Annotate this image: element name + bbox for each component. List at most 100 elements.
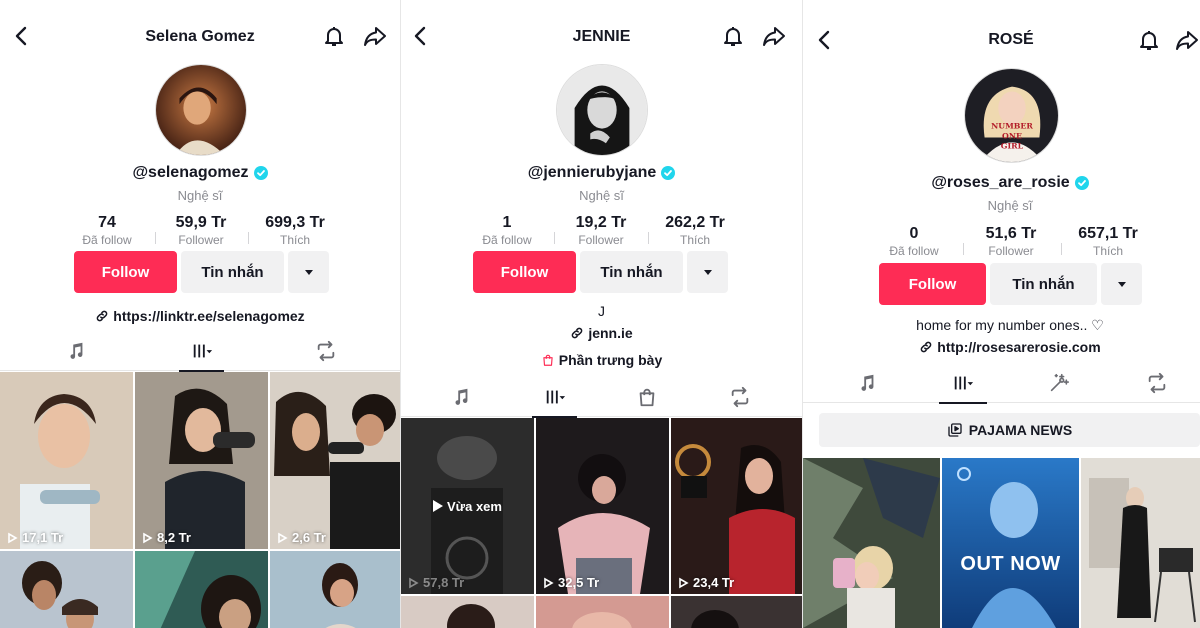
video-tile[interactable] — [803, 458, 940, 628]
suggested-accounts-button[interactable] — [288, 251, 329, 293]
stat-value: 19,2 Tr — [575, 214, 627, 231]
bio-link-text: jenn.ie — [588, 325, 633, 341]
showcase-link[interactable]: Phần trưng bày — [401, 352, 802, 368]
video-thumbnail — [270, 551, 400, 628]
tab-effects[interactable] — [1039, 363, 1079, 403]
video-thumbnail — [536, 418, 669, 594]
username-text: @roses_are_rosie — [931, 174, 1070, 191]
video-tile[interactable] — [671, 596, 802, 628]
stat-likes: 657,1 Tr Thích — [1063, 225, 1153, 258]
shopping-bag-icon — [639, 388, 655, 407]
play-icon — [544, 577, 554, 588]
video-grid: OUT NOW — [803, 458, 1200, 628]
tab-reposts[interactable] — [719, 377, 761, 417]
videos-grid-icon — [954, 376, 974, 390]
stat-following[interactable]: 74 Đã follow — [62, 214, 152, 247]
stat-label: Follower — [178, 233, 224, 247]
recently-watched-overlay: Vừa xem — [401, 418, 534, 594]
stat-divider — [963, 243, 964, 255]
stat-value: 0 — [909, 225, 919, 242]
video-tile[interactable]: 32,5 Tr — [536, 418, 669, 594]
video-thumbnail — [0, 372, 133, 549]
stat-label: Thích — [679, 233, 710, 247]
video-tile[interactable]: OUT NOW — [942, 458, 1079, 628]
video-tile[interactable]: 23,4 Tr — [671, 418, 802, 594]
bell-icon[interactable] — [719, 22, 747, 50]
follow-button[interactable]: Follow — [74, 251, 177, 293]
stat-value: 74 — [98, 214, 116, 231]
profile-title: ROSÉ — [988, 31, 1034, 48]
back-icon[interactable] — [811, 26, 839, 54]
video-tile[interactable] — [270, 551, 400, 628]
content-tabs — [803, 363, 1200, 404]
playlist-button[interactable]: PAJAMA NEWS — [819, 413, 1200, 447]
bio-link[interactable]: jenn.ie — [401, 325, 802, 341]
share-icon[interactable] — [361, 22, 389, 50]
stat-followers[interactable]: 59,9 Tr Follower — [156, 214, 246, 247]
video-tile[interactable]: 8,2 Tr — [135, 372, 268, 549]
videos-grid-icon — [193, 344, 212, 358]
share-icon[interactable] — [1175, 26, 1200, 54]
stat-followers[interactable]: 19,2 Tr Follower — [556, 214, 646, 247]
tab-videos[interactable] — [532, 377, 577, 418]
profile-subtitle: Nghệ sĩ — [579, 188, 624, 203]
message-button[interactable]: Tin nhắn — [181, 251, 284, 293]
stat-value: 51,6 Tr — [985, 225, 1037, 242]
message-button[interactable]: Tin nhắn — [580, 251, 683, 293]
tab-reposts[interactable] — [1137, 363, 1177, 403]
suggested-accounts-button[interactable] — [687, 251, 728, 293]
video-tile[interactable] — [1081, 458, 1200, 628]
bell-icon[interactable] — [1135, 26, 1163, 54]
avatar[interactable] — [556, 64, 648, 156]
tab-music[interactable] — [40, 331, 112, 371]
video-tile[interactable]: Vừa xem 57,8 Tr — [401, 418, 534, 594]
stat-following[interactable]: 0 Đã follow — [869, 225, 959, 258]
bio-link-text: https://linktr.ee/selenagomez — [113, 308, 305, 324]
suggested-accounts-button[interactable] — [1101, 263, 1142, 305]
video-tile[interactable]: 17,1 Tr — [0, 372, 133, 549]
bell-icon[interactable] — [320, 22, 348, 50]
share-icon[interactable] — [760, 22, 788, 50]
video-tile[interactable] — [401, 596, 534, 628]
profile-panel-jennie: JENNIE @jennierubyjane Nghệ sĩ 1 Đã foll… — [400, 0, 802, 628]
video-views-count: 2,6 Tr — [292, 530, 326, 545]
video-thumbnail — [135, 372, 268, 549]
tab-music[interactable] — [441, 377, 481, 417]
music-note-icon — [70, 342, 83, 359]
follow-button[interactable]: Follow — [473, 251, 576, 293]
bio-link[interactable]: http://rosesarerosie.com — [803, 339, 1200, 355]
video-grid: Vừa xem 57,8 Tr 32,5 Tr 23,4 Tr — [401, 418, 802, 628]
username: @jennierubyjane — [401, 164, 802, 182]
video-tile[interactable] — [0, 551, 133, 628]
tab-music[interactable] — [847, 363, 887, 403]
video-thumbnail — [671, 418, 802, 594]
tab-videos[interactable] — [939, 363, 987, 404]
tab-shop[interactable] — [627, 377, 667, 417]
profile-subtitle: Nghệ sĩ — [177, 188, 223, 203]
tab-videos[interactable] — [179, 331, 224, 372]
video-tile[interactable] — [536, 596, 669, 628]
video-views-count: 8,2 Tr — [157, 530, 191, 545]
bio-text: home for my number ones.. ♡ — [916, 317, 1104, 333]
message-button[interactable]: Tin nhắn — [990, 263, 1097, 305]
shopping-bag-icon — [543, 354, 553, 366]
username: @selenagomez — [0, 164, 400, 182]
tab-reposts[interactable] — [300, 331, 352, 371]
stat-followers[interactable]: 51,6 Tr Follower — [966, 225, 1056, 258]
stat-following[interactable]: 1 Đã follow — [462, 214, 552, 247]
recently-watched-label: Vừa xem — [447, 498, 502, 514]
video-thumbnail — [270, 372, 400, 549]
playlist-label: PAJAMA NEWS — [968, 422, 1073, 438]
avatar[interactable]: NUMBER ONE GIRL — [964, 68, 1059, 163]
svg-text:GIRL: GIRL — [1001, 141, 1024, 150]
avatar[interactable] — [155, 64, 247, 156]
video-thumbnail — [942, 458, 1079, 628]
follow-button[interactable]: Follow — [879, 263, 986, 305]
video-tile[interactable]: 2,6 Tr — [270, 372, 400, 549]
repost-icon — [317, 340, 335, 362]
bio-link[interactable]: https://linktr.ee/selenagomez — [0, 308, 400, 324]
stat-divider — [554, 232, 555, 244]
video-views-count: 57,8 Tr — [423, 575, 465, 590]
stat-value: 262,2 Tr — [665, 214, 725, 231]
video-tile[interactable] — [135, 551, 268, 628]
